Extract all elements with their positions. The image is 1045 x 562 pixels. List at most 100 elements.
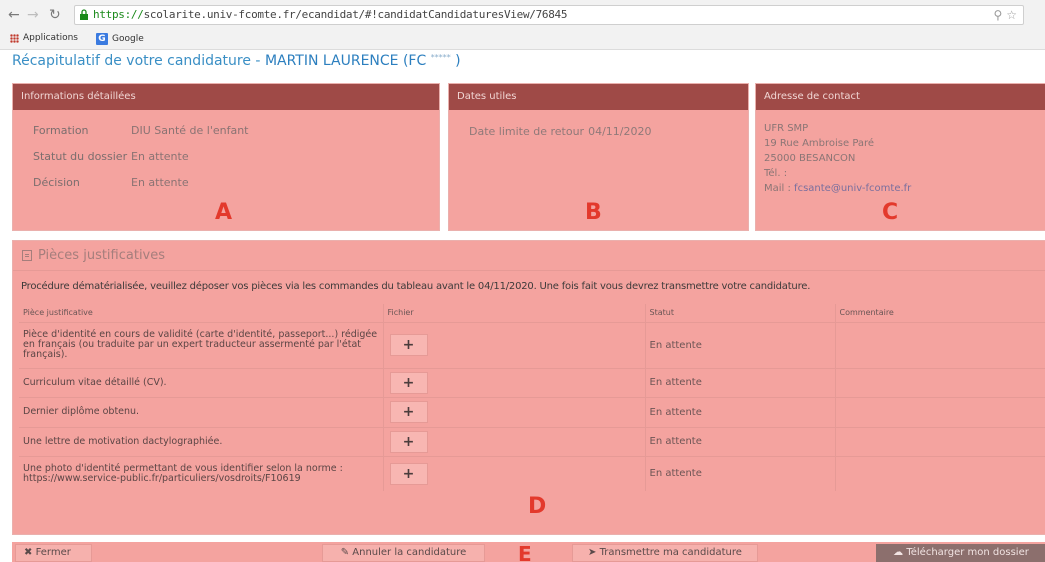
close-button[interactable]: ✖ Fermer [15,544,92,562]
annotation-marker-d: D [528,494,547,519]
document-icon [22,250,32,261]
column-header-statut[interactable]: Statut [644,304,835,323]
title-suffix: ) [450,53,461,69]
info-label: Décision [33,176,80,189]
column-header-fichier[interactable]: Fichier [382,304,645,323]
piece-comment [834,321,1045,368]
info-value: En attente [131,150,189,163]
info-row-formation: Formation DIU Santé de l'enfant [33,124,249,137]
file-cell: + [382,426,645,456]
column-header-piece[interactable]: Pièce justificative [19,304,383,323]
file-cell: + [382,455,645,491]
info-label: Formation [33,124,89,137]
file-cell: + [382,396,645,427]
send-icon: ➤ [588,547,597,558]
address-line: 19 Rue Ambroise Paré [764,138,875,149]
phone-line: Tél. : [764,168,788,179]
add-file-button[interactable]: + [389,371,428,394]
candidate-name: MARTIN LAURENCE (FC [264,53,427,69]
google-icon: G [96,33,108,45]
dates-panel: Dates utiles Date limite de retour 04/11/… [448,83,749,231]
submit-application-button[interactable]: ➤ Transmettre ma candidature [572,544,758,562]
deadline-row: Date limite de retour 04/11/2020 [469,125,652,138]
add-file-button[interactable]: + [389,462,428,485]
piece-comment [834,426,1045,456]
bookmark-google[interactable]: G Google [96,33,144,45]
piece-name: Dernier diplôme obtenu. [19,396,383,427]
masked-id: ***** [430,53,451,62]
piece-status: En attente [644,455,835,491]
pieces-heading: Pièces justificatives [13,241,1045,271]
info-row-decision: Décision En attente [33,176,189,189]
url-path: scolarite.univ-fcomte.fr/ecandidat/#!can… [143,8,568,21]
bookmark-label: Google [112,34,144,44]
annotation-marker-a: A [215,200,233,225]
piece-name: Une lettre de motivation dactylographiée… [19,426,383,456]
cancel-application-button[interactable]: ✎ Annuler la candidature [322,544,485,562]
info-panel-heading: Informations détaillées [13,84,439,110]
contact-panel-heading: Adresse de contact [756,84,1045,110]
file-cell: + [382,321,645,368]
info-row-statut: Statut du dossier En attente [33,150,189,163]
piece-comment [834,396,1045,427]
piece-status: En attente [644,396,835,427]
table-row: Une photo d'identité permettant de vous … [19,455,1045,491]
mail-link[interactable]: fcsante@univ-fcomte.fr [794,183,911,194]
add-file-button[interactable]: + [389,401,428,423]
title-prefix: Récapitulatif de votre candidature - [12,53,265,69]
download-dossier-button[interactable]: ☁ Télécharger mon dossier [876,544,1045,562]
address-bar[interactable]: https://scolarite.univ-fcomte.fr/ecandid… [74,5,1024,25]
column-header-commentaire[interactable]: Commentaire [834,304,1045,323]
deadline-label: Date limite de retour [469,125,585,138]
deadline-value: 04/11/2020 [588,125,652,138]
info-label: Statut du dossier [33,150,128,163]
piece-status: En attente [644,321,835,368]
url-text: https://scolarite.univ-fcomte.fr/ecandid… [93,8,568,21]
piece-status: En attente [644,426,835,456]
pieces-heading-label: Pièces justificatives [38,248,166,263]
bookmark-star-icon[interactable]: ☆ [1006,8,1017,22]
send-label: Transmettre ma candidature [599,547,742,558]
procedure-text: Procédure dématérialisée, veuillez dépos… [21,281,811,292]
info-value: DIU Santé de l'enfant [131,124,249,137]
pieces-justificatives-panel: Pièces justificatives Procédure dématéri… [12,240,1045,535]
apps-grid-icon [10,33,19,43]
piece-status: En attente [644,367,835,397]
eraser-icon: ✎ [340,547,350,558]
extension-icon[interactable]: ⚲ [993,8,1002,22]
bookmark-label: Applications [23,33,78,43]
piece-comment [834,367,1045,397]
page-title: Récapitulatif de votre candidature - MAR… [12,53,461,69]
address-row: ← → ↻ https://scolarite.univ-fcomte.fr/e… [0,2,1045,28]
address-line: 25000 BESANCON [764,153,856,164]
download-label: Télécharger mon dossier [906,547,1029,558]
add-file-button[interactable]: + [389,430,428,453]
pieces-table: Pièce justificative Fichier Statut Comme… [19,304,1045,491]
mail-label: Mail : [764,183,795,194]
piece-name: Pièce d'identité en cours de validité (c… [19,321,383,368]
table-header-row: Pièce justificative Fichier Statut Comme… [19,304,1045,323]
browser-chrome: ← → ↻ https://scolarite.univ-fcomte.fr/e… [0,0,1045,50]
add-file-button[interactable]: + [389,334,428,356]
close-label: Fermer [35,547,71,558]
url-bar-icons: ⚲ ☆ [993,8,1017,22]
annotation-marker-b: B [585,200,602,225]
cancel-label: Annuler la candidature [352,547,467,558]
annotation-marker-e: E [518,542,532,562]
bookmarks-bar: Applications G Google [0,30,1045,48]
back-arrow-icon[interactable]: ← [8,7,20,23]
info-value: En attente [131,176,189,189]
table-row: Dernier diplôme obtenu. + En attente [19,396,1045,427]
url-scheme: https:// [93,8,144,21]
contact-address: UFR SMP 19 Rue Ambroise Paré 25000 BESAN… [764,121,911,196]
info-panel: Informations détaillées Formation DIU San… [12,83,440,231]
close-icon: ✖ [24,547,33,558]
bookmark-applications[interactable]: Applications [10,33,78,43]
piece-name: Curriculum vitae détaillé (CV). [19,367,383,397]
table-row: Curriculum vitae détaillé (CV). + En att… [19,367,1045,397]
contact-panel: Adresse de contact UFR SMP 19 Rue Ambroi… [755,83,1045,231]
reload-icon[interactable]: ↻ [49,7,61,23]
lock-icon [80,9,88,20]
annotation-marker-c: C [882,200,899,225]
forward-arrow-icon[interactable]: → [27,7,39,23]
